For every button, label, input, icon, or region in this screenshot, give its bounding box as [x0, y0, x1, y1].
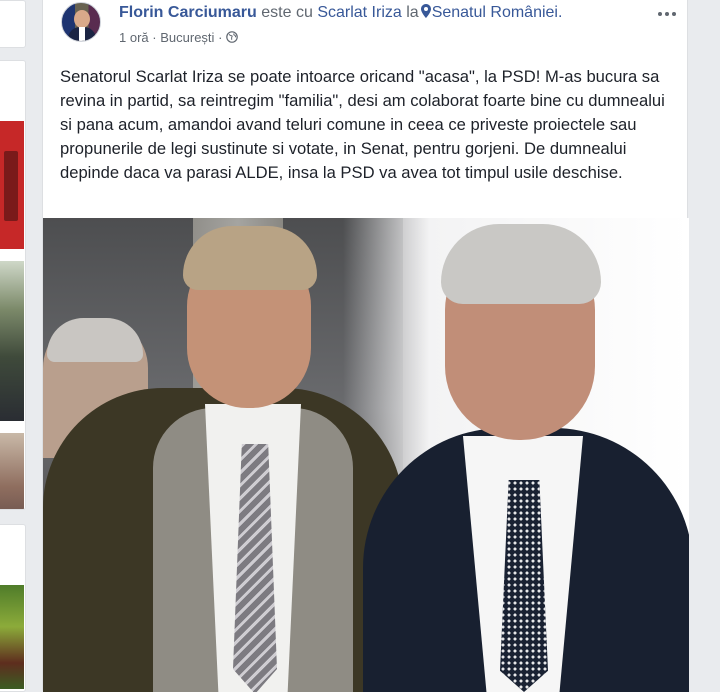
- location-link[interactable]: Senatul României.: [432, 4, 563, 21]
- at-text: la: [406, 4, 419, 21]
- left-card-top: [0, 0, 26, 48]
- feed-post: Florin Carciumaru este cu Scarlat Iriza …: [42, 0, 689, 692]
- tagged-person-link[interactable]: Scarlat Iriza: [317, 4, 401, 21]
- author-avatar[interactable]: [61, 2, 101, 42]
- post-title-line: Florin Carciumaru este cu Scarlat Iriza …: [119, 4, 562, 22]
- left-card-photo-thumbnail[interactable]: [0, 585, 24, 689]
- post-text: Senatorul Scarlat Iriza se poate intoarc…: [60, 67, 665, 182]
- left-card-media[interactable]: [0, 60, 26, 510]
- meta-separator: ·: [218, 30, 223, 45]
- left-column: [0, 0, 28, 692]
- meta-separator: ·: [152, 30, 157, 45]
- post-city-link[interactable]: București: [160, 30, 214, 45]
- left-card-photo-thumbnail[interactable]: [0, 261, 24, 421]
- globe-icon[interactable]: [226, 31, 238, 43]
- author-name-link[interactable]: Florin Carciumaru: [119, 4, 257, 21]
- post-meta: 1 oră · București ·: [119, 30, 238, 45]
- more-options-icon[interactable]: [653, 4, 681, 24]
- post-photo[interactable]: [43, 218, 689, 692]
- left-card-bottom[interactable]: [0, 524, 26, 692]
- left-card-photo-thumbnail[interactable]: [0, 433, 24, 509]
- map-pin-icon: [420, 4, 431, 18]
- left-card-red-thumbnail[interactable]: [0, 121, 24, 249]
- with-text: este cu: [261, 4, 313, 21]
- post-header: Florin Carciumaru este cu Scarlat Iriza …: [43, 0, 689, 56]
- post-time-link[interactable]: 1 oră: [119, 30, 149, 45]
